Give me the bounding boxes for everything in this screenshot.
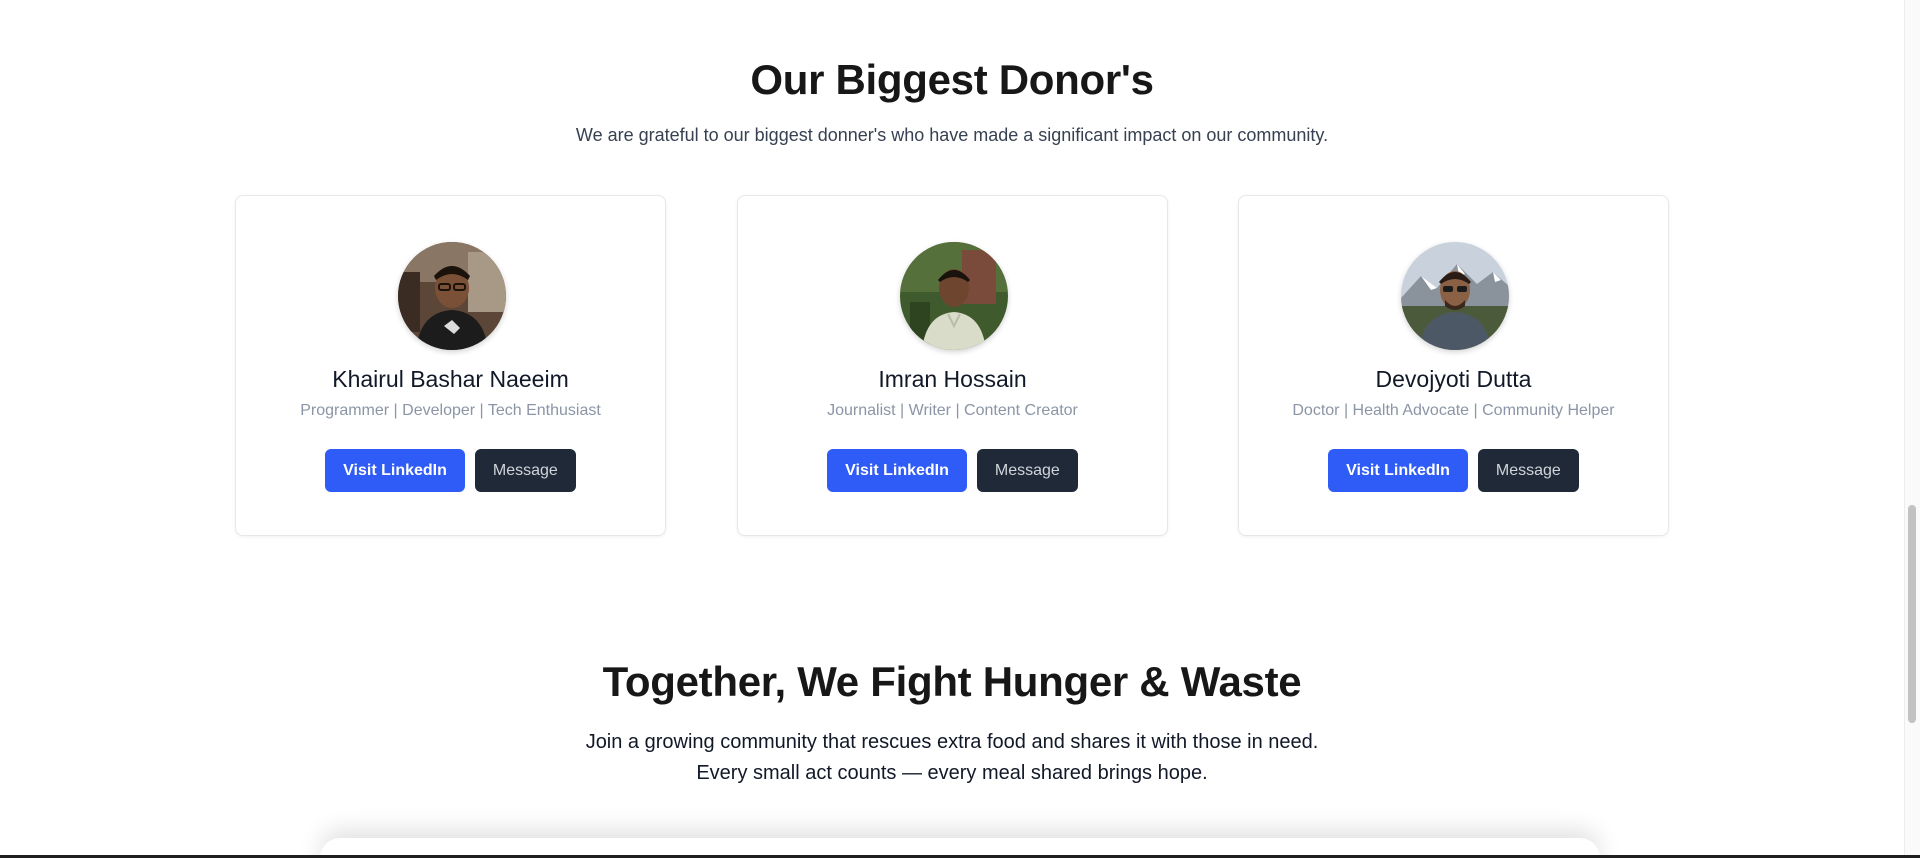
donor-role: Doctor | Health Advocate | Community Hel… bbox=[1292, 402, 1615, 419]
page: Our Biggest Donor's We are grateful to o… bbox=[0, 0, 1920, 858]
donor-role: Programmer | Developer | Tech Enthusiast bbox=[300, 402, 601, 419]
donors-subtitle: We are grateful to our biggest donner's … bbox=[575, 125, 1329, 145]
donor-role: Journalist | Writer | Content Creator bbox=[827, 402, 1078, 419]
community-text-line2: Every small act counts — every meal shar… bbox=[696, 762, 1208, 784]
vertical-scrollbar[interactable] bbox=[1904, 0, 1920, 855]
community-title: Together, We Fight Hunger & Waste bbox=[602, 658, 1302, 705]
message-button[interactable]: Message bbox=[976, 449, 1078, 492]
donor-actions: Visit LinkedIn Message bbox=[236, 449, 665, 492]
visit-linkedin-button[interactable]: Visit LinkedIn bbox=[325, 449, 465, 492]
visit-linkedin-button[interactable]: Visit LinkedIn bbox=[827, 449, 967, 492]
scrollbar-thumb[interactable] bbox=[1908, 505, 1916, 723]
donor-actions: Visit LinkedIn Message bbox=[1239, 449, 1668, 492]
community-text-line1: Join a growing community that rescues ex… bbox=[585, 731, 1319, 753]
visit-linkedin-button[interactable]: Visit LinkedIn bbox=[1328, 449, 1468, 492]
donor-avatar bbox=[900, 242, 1008, 350]
donor-avatar bbox=[398, 242, 506, 350]
donor-card: Devojyoti Dutta Doctor | Health Advocate… bbox=[1238, 195, 1669, 536]
donors-title: Our Biggest Donor's bbox=[750, 56, 1154, 103]
donor-actions: Visit LinkedIn Message bbox=[738, 449, 1167, 492]
donor-avatar bbox=[1401, 242, 1509, 350]
donor-cards: Khairul Bashar Naeeim Programmer | Devel… bbox=[235, 195, 1671, 538]
donor-card: Imran Hossain Journalist | Writer | Cont… bbox=[737, 195, 1168, 536]
message-button[interactable]: Message bbox=[474, 449, 576, 492]
message-button[interactable]: Message bbox=[1477, 449, 1579, 492]
donor-name: Khairul Bashar Naeeim bbox=[332, 366, 569, 392]
donor-card: Khairul Bashar Naeeim Programmer | Devel… bbox=[235, 195, 666, 536]
donor-name: Imran Hossain bbox=[878, 366, 1027, 392]
donor-name: Devojyoti Dutta bbox=[1375, 366, 1532, 392]
